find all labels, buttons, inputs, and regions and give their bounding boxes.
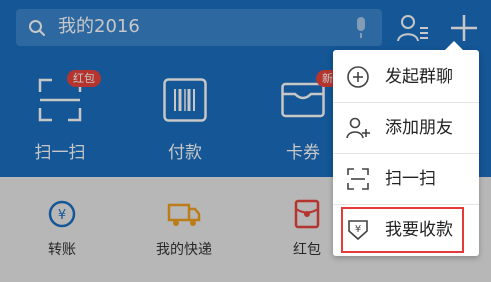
menu-item-label: 添加朋友 xyxy=(385,118,453,138)
menu-item-add-friend[interactable]: 添加朋友 xyxy=(333,103,479,153)
highlight-box xyxy=(341,207,464,253)
menu-item-label: 发起群聊 xyxy=(385,67,453,87)
add-friend-icon xyxy=(346,117,370,139)
menu-item-scan[interactable]: 扫一扫 xyxy=(333,154,479,204)
scan-icon xyxy=(347,168,369,190)
menu-item-group-chat[interactable]: 发起群聊 xyxy=(333,52,479,102)
group-chat-icon xyxy=(347,66,369,88)
menu-item-label: 扫一扫 xyxy=(385,169,436,189)
